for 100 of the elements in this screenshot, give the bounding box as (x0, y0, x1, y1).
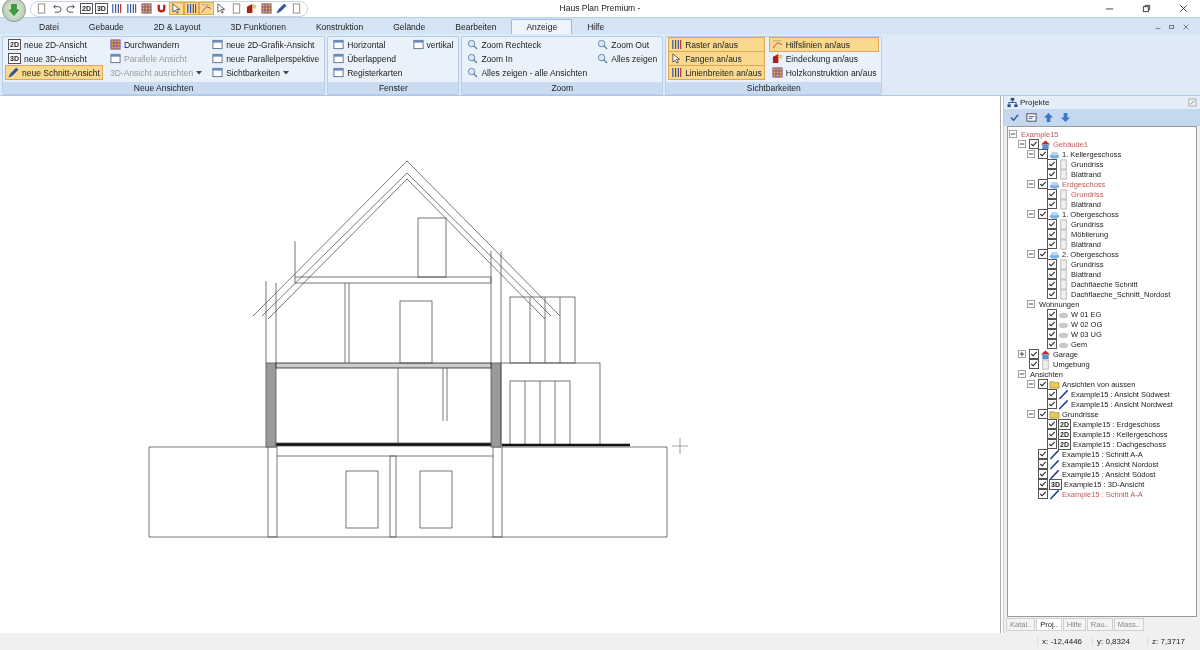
ribbon-button[interactable]: Hilfslinien an/aus (769, 38, 879, 51)
collapse-icon[interactable] (1027, 380, 1035, 388)
checkbox[interactable] (1038, 449, 1048, 459)
checkbox[interactable] (1029, 139, 1039, 149)
ribbon-button[interactable]: Sichtbarkeiten (210, 66, 322, 79)
collapse-icon[interactable] (1027, 210, 1035, 218)
ribbon-tab[interactable]: Hilfe (572, 19, 620, 34)
checkbox[interactable] (1047, 439, 1057, 449)
checkbox[interactable] (1047, 229, 1057, 239)
checkbox[interactable] (1047, 399, 1057, 409)
checkmark-icon[interactable] (1009, 112, 1020, 123)
collapse-icon[interactable] (1027, 150, 1035, 158)
ribbon-button[interactable]: Linienbreiten an/aus (669, 66, 764, 79)
ribbon-button[interactable]: vertikal (410, 38, 456, 51)
ribbon-tab[interactable]: Gebaude (73, 19, 139, 34)
checkbox[interactable] (1047, 309, 1057, 319)
page-icon[interactable] (230, 3, 242, 14)
ribbon-button[interactable]: Registerkarten (331, 66, 405, 79)
checkbox[interactable] (1047, 419, 1057, 429)
checkbox[interactable] (1047, 289, 1057, 299)
ribbon-tab[interactable]: 3D Funktionen (215, 19, 301, 34)
vertical-lines-icon (110, 3, 122, 14)
application-menu-button[interactable] (2, 0, 26, 22)
restore-icon[interactable] (1168, 23, 1176, 31)
arrow-down-icon[interactable] (1060, 112, 1071, 123)
checkbox[interactable] (1047, 429, 1057, 439)
collapse-icon[interactable] (1027, 410, 1035, 418)
ribbon-button[interactable]: Alles zeigen - alle Ansichten (465, 66, 590, 79)
ribbon-tab[interactable]: Konstruktion (300, 19, 379, 34)
ribbon-button[interactable]: Fangen an/aus (669, 52, 764, 65)
checkbox[interactable] (1038, 209, 1048, 219)
checkbox[interactable] (1038, 469, 1048, 479)
checkbox[interactable] (1047, 219, 1057, 229)
checkbox[interactable] (1047, 239, 1057, 249)
page-icon[interactable] (36, 3, 47, 14)
page-icon[interactable] (290, 3, 302, 14)
ribbon-button[interactable]: Zoom In (465, 52, 590, 65)
checkbox[interactable] (1029, 349, 1039, 359)
checkbox[interactable] (1047, 199, 1057, 209)
ribbon-button[interactable]: Zoom Out (595, 38, 660, 51)
vertical-lines-icon (671, 67, 683, 78)
panel-title: Projekte (1020, 98, 1050, 107)
ribbon-button[interactable]: neue 2D-Grafik-Ansicht (210, 38, 322, 51)
expand-icon[interactable] (1018, 350, 1026, 358)
ribbon-button[interactable]: Überlappend (331, 52, 405, 65)
pencil-icon (275, 3, 287, 14)
checkbox[interactable] (1047, 389, 1057, 399)
ribbon-button[interactable]: Horizontal (331, 38, 405, 51)
collapse-icon[interactable] (1018, 140, 1026, 148)
collapse-icon[interactable] (1027, 300, 1035, 308)
window-title: Haus Plan Premium - (558, 3, 642, 13)
ribbon-button[interactable]: neue Schnitt-Ansicht (6, 66, 102, 79)
checkbox[interactable] (1038, 149, 1048, 159)
checkbox[interactable] (1038, 409, 1048, 419)
ribbon-button[interactable]: Raster an/aus (669, 38, 764, 51)
redo-icon[interactable] (66, 3, 77, 14)
checkbox[interactable] (1047, 189, 1057, 199)
checkbox[interactable] (1038, 459, 1048, 469)
restore-icon[interactable] (1142, 4, 1151, 13)
ribbon-button[interactable]: neue Parallelperspektive (210, 52, 322, 65)
checkbox[interactable] (1038, 489, 1048, 499)
checkbox[interactable] (1047, 339, 1057, 349)
checkbox[interactable] (1047, 319, 1057, 329)
checkbox[interactable] (1047, 169, 1057, 179)
roof-icon (771, 53, 783, 64)
checkbox[interactable] (1038, 249, 1048, 259)
close-icon[interactable] (1179, 4, 1188, 13)
ribbon-button[interactable]: Eindeckung an/aus (769, 52, 879, 65)
checkbox[interactable] (1038, 179, 1048, 189)
checkbox[interactable] (1038, 379, 1048, 389)
ribbon-button[interactable]: Alles zeigen (595, 52, 660, 65)
cursor-icon (671, 53, 683, 64)
pin-icon[interactable] (1188, 98, 1197, 107)
undo-icon[interactable] (51, 3, 62, 14)
ribbon-tab[interactable]: Datei (24, 19, 74, 34)
collapse-icon[interactable] (1018, 370, 1026, 378)
magnet-icon[interactable] (155, 3, 167, 14)
checkbox[interactable] (1047, 259, 1057, 269)
collapse-icon[interactable] (1027, 250, 1035, 258)
window-icon (109, 53, 121, 64)
checkbox[interactable] (1047, 269, 1057, 279)
checkbox[interactable] (1047, 159, 1057, 169)
ribbon-tab[interactable]: Gelände (378, 19, 441, 34)
checkbox[interactable] (1038, 479, 1048, 489)
checkbox[interactable] (1047, 329, 1057, 339)
ribbon-button[interactable]: Zoom Rechteck (465, 38, 590, 51)
checkbox[interactable] (1047, 279, 1057, 289)
ribbon-button[interactable]: Durchwandern (107, 38, 205, 51)
grid-icon (140, 3, 152, 14)
ribbon-tab[interactable]: 2D & Layout (138, 19, 216, 34)
checkbox[interactable] (1029, 359, 1039, 369)
guide-lines-icon (200, 3, 212, 14)
cursor-icon (170, 3, 182, 14)
collapse-icon[interactable] (1027, 180, 1035, 188)
collapse-icon[interactable] (1009, 130, 1017, 138)
ribbon-button[interactable]: Holzkonstruktion an/aus (769, 66, 879, 79)
ribbon-tab[interactable]: Bearbeiten (440, 19, 512, 34)
arrow-up-icon[interactable] (1043, 112, 1054, 123)
ribbon-tab[interactable]: Anzeige (511, 19, 573, 34)
text-field-icon[interactable] (1026, 112, 1037, 123)
